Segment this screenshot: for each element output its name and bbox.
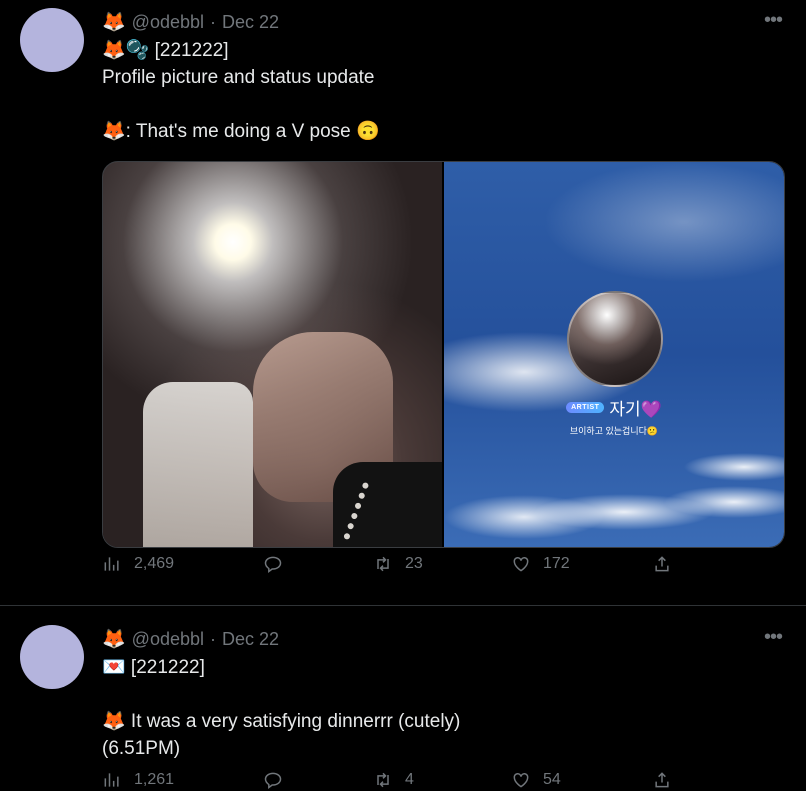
like-icon — [513, 772, 529, 788]
retweet-icon — [377, 556, 389, 572]
like-button[interactable]: 54 — [511, 770, 561, 790]
tweet-text-line: 🦊 It was a very satisfying dinnerrr (cut… — [102, 711, 461, 732]
reply-button[interactable] — [263, 554, 295, 574]
tweet-text-line: (6.51PM) — [102, 738, 181, 759]
photo-selfie[interactable] — [103, 162, 442, 547]
tweet[interactable]: 🦊 @odebbl · Dec 22 ••• 🦊🫧 [221222] Profi… — [0, 0, 806, 605]
avatar[interactable] — [20, 8, 84, 72]
share-button[interactable] — [652, 770, 672, 790]
separator: · — [210, 628, 216, 649]
retweet-button[interactable]: 23 — [373, 554, 423, 574]
share-icon — [655, 556, 669, 572]
artist-badge: ARTIST — [566, 402, 605, 413]
reply-icon — [264, 772, 282, 789]
tweet-title-line: 🦊🫧 [221222] — [102, 40, 229, 61]
retweet-button[interactable]: 4 — [373, 770, 414, 790]
tweet[interactable]: 🦊 @odebbl · Dec 22 ••• 💌 [221222] 🦊 It w… — [0, 606, 806, 791]
views-icon — [104, 773, 119, 787]
views-count: 1,261 — [134, 771, 175, 788]
tweet-title-line: 💌 [221222] — [102, 657, 205, 678]
views-icon — [104, 557, 119, 571]
retweet-count: 23 — [405, 555, 423, 572]
like-count: 54 — [543, 771, 561, 788]
share-icon — [655, 772, 669, 788]
user-handle[interactable]: @odebbl — [132, 629, 204, 650]
views-count: 2,469 — [134, 555, 175, 572]
status-message: 브이하고 있는겁니다😕 — [569, 426, 659, 436]
reply-button[interactable] — [263, 770, 295, 790]
user-handle[interactable]: @odebbl — [132, 12, 204, 33]
tweet-text-line: Profile picture and status update — [102, 67, 375, 88]
share-button[interactable] — [652, 554, 672, 574]
retweet-count: 4 — [405, 771, 414, 788]
more-icon[interactable]: ••• — [764, 10, 783, 30]
reply-icon — [264, 556, 282, 573]
profile-picture — [567, 291, 663, 387]
like-button[interactable]: 172 — [511, 554, 570, 574]
avatar[interactable] — [20, 625, 84, 689]
tweet-header: 🦊 @odebbl · Dec 22 — [102, 627, 279, 651]
tweet-media[interactable]: ARTIST 자기💜 브이하고 있는겁니다😕 — [102, 161, 785, 548]
like-count: 172 — [543, 555, 570, 572]
separator: · — [210, 11, 216, 32]
tweet-header: 🦊 @odebbl · Dec 22 — [102, 10, 279, 34]
tweet-date[interactable]: Dec 22 — [222, 12, 279, 33]
tweet-text-line: 🦊: That's me doing a V pose 🙃 — [102, 121, 380, 142]
views-button[interactable]: 1,261 — [102, 770, 174, 790]
more-icon[interactable]: ••• — [764, 627, 783, 647]
tweet-date[interactable]: Dec 22 — [222, 629, 279, 650]
like-icon — [513, 556, 529, 572]
artist-row: ARTIST 자기💜 — [444, 395, 784, 420]
fox-emoji-icon: 🦊 — [102, 12, 126, 33]
photo-profile-screen[interactable]: ARTIST 자기💜 브이하고 있는겁니다😕 — [444, 162, 784, 547]
artist-name: 자기💜 — [609, 400, 662, 419]
views-button[interactable]: 2,469 — [102, 554, 174, 574]
retweet-icon — [377, 772, 389, 788]
photo-shirt — [143, 382, 253, 547]
fox-emoji-icon: 🦊 — [102, 629, 126, 650]
